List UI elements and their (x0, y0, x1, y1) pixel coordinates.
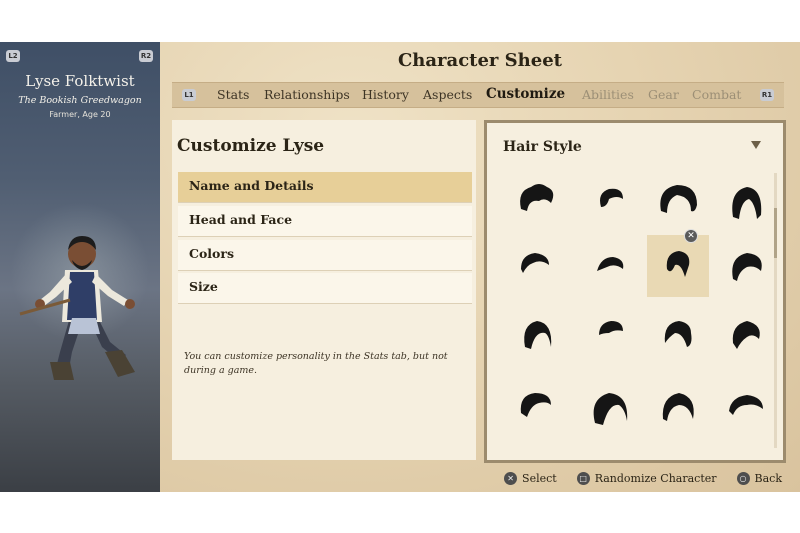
customize-note: You can customize personality in the Sta… (184, 351, 448, 376)
hair-style-icon (732, 253, 762, 281)
menu-item-label: Size (189, 279, 218, 294)
hair-style-icon (660, 185, 697, 213)
menu-item-label: Head and Face (189, 212, 293, 227)
menu-item-colors[interactable]: Colors (178, 240, 472, 271)
hair-style-option[interactable] (715, 171, 777, 233)
hair-style-icon (593, 393, 628, 425)
hair-style-heading: Hair Style (503, 139, 582, 155)
hair-style-option[interactable] (579, 303, 641, 365)
hair-style-icon (521, 253, 549, 273)
hair-style-option[interactable] (647, 303, 709, 365)
customize-panel: Customize Lyse Name and Details Head and… (172, 120, 476, 460)
character-title: The Bookish Greedwagon (18, 95, 142, 106)
back-label: Back (754, 471, 782, 485)
hair-style-option[interactable] (505, 235, 567, 297)
hair-style-icon (664, 321, 692, 347)
cross-button-icon: ✕ (504, 471, 518, 485)
randomize-prompt[interactable]: □ Randomize Character (576, 471, 717, 485)
circle-button-icon: ○ (736, 471, 750, 485)
hair-style-option[interactable] (579, 375, 641, 437)
hair-style-icon (662, 393, 694, 421)
r2-shoulder-button-icon[interactable]: R2 (139, 50, 153, 62)
hair-style-icon (599, 321, 623, 335)
menu-item-label: Name and Details (189, 178, 314, 193)
tab-abilities[interactable]: Abilities (582, 87, 634, 102)
hair-style-option[interactable] (715, 235, 777, 297)
tab-combat[interactable]: Combat (692, 87, 741, 102)
character-subtitle: Farmer, Age 20 (49, 110, 111, 119)
hair-style-option[interactable] (505, 303, 567, 365)
hair-style-option[interactable] (647, 171, 709, 233)
tab-customize[interactable]: Customize (486, 86, 565, 102)
r1-bumper-button-icon[interactable]: R1 (760, 89, 774, 101)
randomize-label: Randomize Character (594, 471, 717, 485)
triangle-down-icon[interactable] (751, 141, 761, 149)
tab-aspects[interactable]: Aspects (423, 87, 472, 102)
hair-style-icon (732, 321, 760, 349)
character-portrait (19, 236, 135, 380)
menu-item-name-and-details[interactable]: Name and Details (178, 172, 472, 203)
hair-style-option[interactable] (505, 171, 567, 233)
tab-stats[interactable]: Stats (217, 87, 249, 102)
hair-style-option[interactable] (715, 303, 777, 365)
game-screen: L2 R2 Lyse Folktwist The Bookish Greedwa… (0, 42, 800, 492)
tab-gear[interactable]: Gear (648, 87, 679, 102)
main-area: Character Sheet L1 Stats Relationships H… (160, 42, 800, 492)
back-prompt[interactable]: ○ Back (736, 471, 782, 485)
select-prompt[interactable]: ✕ Select (504, 471, 557, 485)
page-title: Character Sheet (397, 50, 562, 71)
hair-style-option[interactable] (579, 171, 641, 233)
hair-style-option[interactable] (715, 375, 777, 437)
select-label: Select (522, 471, 557, 485)
tab-bar: L1 Stats Relationships History Aspects C… (172, 82, 784, 108)
menu-item-head-and-face[interactable]: Head and Face (178, 206, 472, 237)
tab-relationships[interactable]: Relationships (264, 87, 350, 102)
hair-style-icon (520, 184, 554, 211)
hair-style-option[interactable]: ✕ (647, 229, 709, 297)
hair-style-option[interactable] (647, 375, 709, 437)
menu-item-size[interactable]: Size (178, 273, 472, 304)
hair-style-panel: Hair Style ✕ (484, 120, 786, 463)
l1-bumper-button-icon[interactable]: L1 (182, 89, 196, 101)
hair-style-option[interactable] (505, 375, 567, 437)
hair-style-icon (597, 257, 624, 271)
menu-item-label: Colors (189, 246, 234, 261)
hair-style-icon (520, 393, 551, 417)
hair-style-icon (600, 188, 623, 207)
character-panel: L2 R2 Lyse Folktwist The Bookish Greedwa… (0, 42, 160, 492)
hair-style-icon (666, 251, 690, 277)
hair-style-option[interactable] (579, 235, 641, 297)
hair-style-icon (729, 395, 763, 415)
l2-shoulder-button-icon[interactable]: L2 (6, 50, 20, 62)
remove-icon[interactable]: ✕ (684, 229, 698, 243)
customize-heading: Customize Lyse (177, 136, 325, 156)
hair-style-icon (732, 187, 762, 219)
button-prompts: ✕ Select □ Randomize Character ○ Back (484, 470, 782, 486)
tab-history[interactable]: History (362, 87, 409, 102)
character-name: Lyse Folktwist (25, 72, 135, 90)
hair-style-icon (524, 321, 552, 349)
square-button-icon: □ (576, 471, 590, 485)
